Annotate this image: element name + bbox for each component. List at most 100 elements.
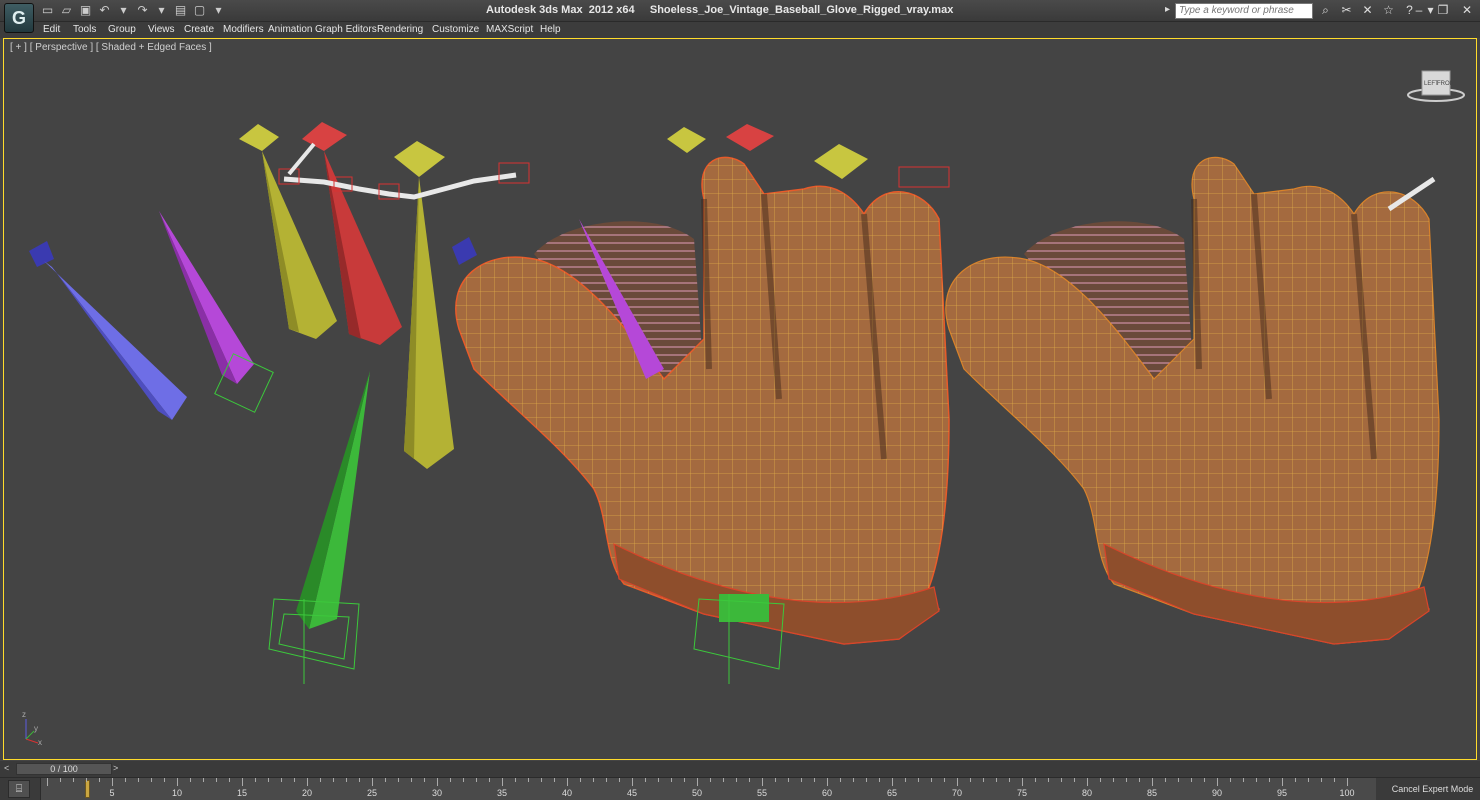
timeline-tick	[203, 778, 204, 782]
timeline-tick	[931, 778, 932, 782]
menu-rendering[interactable]: Rendering	[377, 24, 423, 35]
search-input[interactable]: Type a keyword or phrase	[1175, 3, 1313, 19]
menu-group[interactable]: Group	[108, 24, 136, 35]
menu-graph-editors[interactable]: Graph Editors	[315, 24, 377, 35]
frame-cursor[interactable]	[85, 780, 90, 798]
communication-center-icon[interactable]: ✕	[1360, 3, 1375, 18]
timeline-tick	[1191, 778, 1192, 782]
timeline-tick	[567, 778, 568, 786]
timeline-tick	[1048, 778, 1049, 782]
timeline-tick-label: 50	[691, 788, 703, 798]
time-slider-bar: < 0 / 100 >	[0, 761, 1480, 777]
menu-help[interactable]: Help	[540, 24, 561, 35]
app-menu-button[interactable]: G	[4, 3, 34, 33]
timeline-tick	[697, 778, 698, 786]
timeline-tick-label: 45	[626, 788, 638, 798]
timeline-tick	[905, 778, 906, 782]
timeline-tick-label: 100	[1339, 788, 1355, 798]
binoculars-icon[interactable]: ⌕	[1318, 3, 1333, 18]
workspace-icon[interactable]: ▢	[192, 3, 207, 18]
timeline-tick-label: 20	[301, 788, 313, 798]
timeline-tick	[983, 778, 984, 782]
open-file-icon[interactable]: ▱	[59, 3, 74, 18]
timeline-tick	[346, 778, 347, 782]
close-icon[interactable]: ✕	[1460, 3, 1474, 17]
favorites-star-icon[interactable]: ☆	[1381, 3, 1396, 18]
trackbar-ruler[interactable]: 5 10 15 20 25 30 35 40 45 50 55 60 65 70 75 80 85 90 95 100	[40, 778, 1376, 800]
menu-edit[interactable]: Edit	[43, 24, 60, 35]
bone-green-1[interactable]	[268, 371, 370, 684]
timeline-tick	[60, 778, 61, 782]
menu-modifiers[interactable]: Modifiers	[223, 24, 264, 35]
timeline-tick-label: 55	[756, 788, 768, 798]
timeline-tick	[619, 778, 620, 782]
undo-icon[interactable]: ↶	[97, 3, 112, 18]
glove-rigged[interactable]	[455, 124, 950, 684]
menu-views[interactable]: Views	[148, 24, 175, 35]
undo-dropdown-icon[interactable]: ▾	[116, 3, 131, 18]
axis-gizmo: z x y	[22, 710, 42, 747]
title-bar: G ▭ ▱ ▣ ↶ ▾ ↷ ▾ ▤ ▢ ▾ Autodesk 3ds Max 2…	[0, 0, 1480, 33]
timeline-tick	[190, 778, 191, 782]
timeline-tick	[268, 778, 269, 782]
viewcube[interactable]: LEFT FRONT	[1407, 70, 1465, 102]
redo-dropdown-icon[interactable]: ▾	[154, 3, 169, 18]
search-expand-icon[interactable]: ▸	[1165, 4, 1170, 15]
time-slider-prev-icon[interactable]: <	[4, 763, 14, 775]
restore-icon[interactable]: ❐	[1436, 3, 1450, 17]
menu-animation[interactable]: Animation	[268, 24, 312, 35]
timeline-tick	[1204, 778, 1205, 782]
timeline-tick	[788, 778, 789, 782]
menu-maxscript[interactable]: MAXScript	[486, 24, 533, 35]
menu-bar: Edit Tools Group Views Create Modifiers …	[0, 22, 1480, 38]
timeline-tick	[658, 778, 659, 782]
bone-blue-1[interactable]	[29, 241, 187, 420]
bone-yellow-1[interactable]	[239, 124, 337, 339]
menu-tools[interactable]: Tools	[73, 24, 96, 35]
bone-blue-2[interactable]	[452, 237, 477, 265]
timeline-tick	[359, 778, 360, 782]
timeline-tick-label: 25	[366, 788, 378, 798]
cancel-expert-mode-button[interactable]: Cancel Expert Mode	[1385, 778, 1480, 800]
timeline-tick	[502, 778, 503, 786]
redo-icon[interactable]: ↷	[135, 3, 150, 18]
minimize-icon[interactable]: –	[1412, 3, 1426, 17]
timeline-tick	[1321, 778, 1322, 782]
menu-create[interactable]: Create	[184, 24, 214, 35]
project-folder-icon[interactable]: ▤	[173, 3, 188, 18]
timeline-tick	[1178, 778, 1179, 782]
timeline-tick-label: 70	[951, 788, 963, 798]
timeline-tick-label: 95	[1276, 788, 1288, 798]
timeline-tick	[164, 778, 165, 782]
viewport-label[interactable]: [ + ] [ Perspective ] [ Shaded + Edged F…	[10, 42, 212, 53]
timeline-tick	[411, 778, 412, 782]
timeline-tick	[866, 778, 867, 782]
perspective-viewport[interactable]: z x y LEFT FRONT [ + ] [ Perspective ] […	[3, 38, 1477, 760]
timeline-tick-label: 80	[1081, 788, 1093, 798]
timeline-tick	[294, 778, 295, 782]
timeline-tick	[242, 778, 243, 786]
timeline-tick-label: 35	[496, 788, 508, 798]
new-file-icon[interactable]: ▭	[40, 3, 55, 18]
timeline-tick	[489, 778, 490, 782]
timeline-tick	[710, 778, 711, 782]
timeline-tick	[840, 778, 841, 782]
timeline-tick	[1165, 778, 1166, 782]
glove-shaded[interactable]	[945, 156, 1440, 645]
save-icon[interactable]: ▣	[78, 3, 93, 18]
menu-customize[interactable]: Customize	[432, 24, 479, 35]
svg-text:FRONT: FRONT	[1437, 81, 1458, 87]
subscription-icon[interactable]: ✂	[1339, 3, 1354, 18]
timeline-tick	[1035, 778, 1036, 782]
timeline-tick	[320, 778, 321, 782]
time-slider-next-icon[interactable]: >	[113, 763, 123, 775]
customize-qat-icon[interactable]: ▾	[211, 3, 226, 18]
timeline-tick	[827, 778, 828, 786]
timeline-tick	[879, 778, 880, 782]
timeline-tick	[853, 778, 854, 782]
time-slider[interactable]: 0 / 100	[16, 763, 112, 775]
timeline-tick	[515, 778, 516, 782]
bone-purple-1[interactable]	[159, 211, 274, 413]
mini-curve-editor-icon[interactable]: ⌸	[8, 780, 30, 798]
timeline-tick	[762, 778, 763, 786]
